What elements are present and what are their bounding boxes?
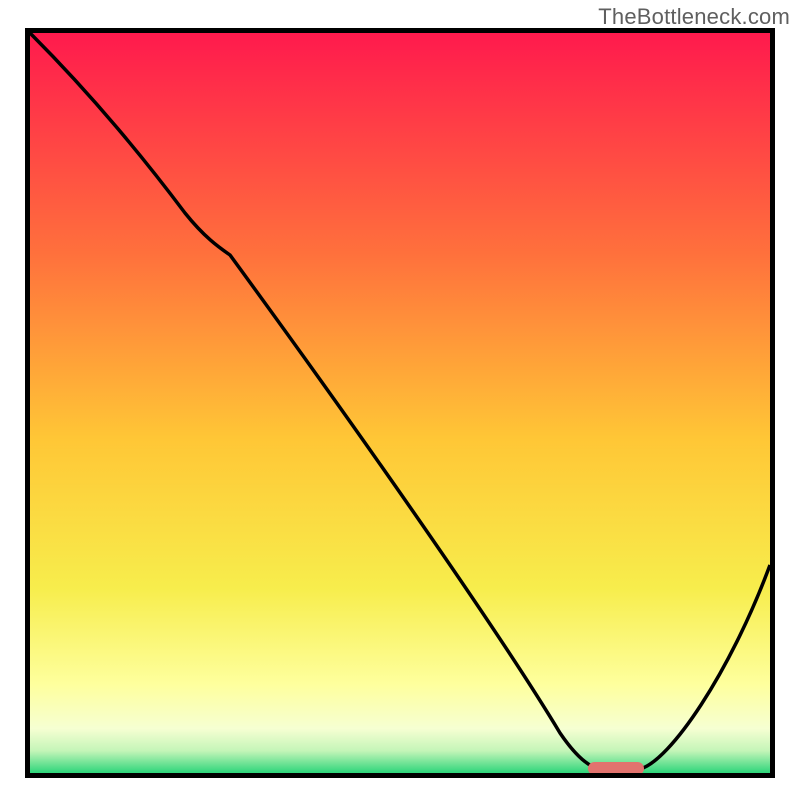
watermark-text: TheBottleneck.com [598,4,790,30]
optimal-marker [588,762,644,773]
curve-layer [30,33,770,773]
chart-container: TheBottleneck.com [0,0,800,800]
bottleneck-curve [30,33,770,769]
plot-area [25,28,775,778]
